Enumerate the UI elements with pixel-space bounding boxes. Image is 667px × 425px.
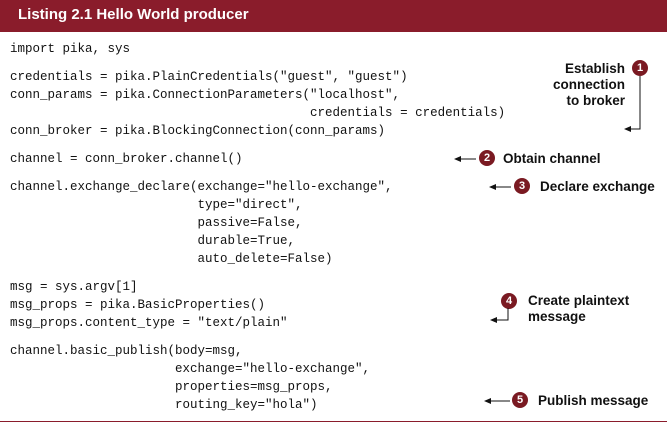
- callout-number-3: 3: [514, 178, 530, 194]
- annotation-4-line1: Create plaintext: [528, 293, 630, 308]
- code-line-publish-exchange: exchange="hello-exchange",: [10, 362, 371, 376]
- code-line-msg-props: msg_props = pika.BasicProperties(): [10, 298, 266, 312]
- code-line-credentials: credentials = pika.PlainCredentials("gue…: [10, 70, 408, 84]
- annotation-4: Create plaintext message: [528, 293, 629, 325]
- annotation-1-line2: to broker: [566, 93, 625, 108]
- code-line-exchange-auto-delete: auto_delete=False): [10, 252, 333, 266]
- annotation-3: Declare exchange: [540, 179, 655, 194]
- callout-4-connector: [488, 308, 512, 326]
- listing-title: Listing 2.1 Hello World producer: [18, 6, 249, 23]
- code-line-publish-properties: properties=msg_props,: [10, 380, 333, 394]
- code-line-import: import pika, sys: [10, 42, 131, 56]
- annotation-2: Obtain channel: [503, 151, 601, 166]
- callout-number-5: 5: [512, 392, 528, 408]
- annotation-1-line1: Establish connection: [552, 61, 625, 92]
- callout-number-1: 1: [632, 60, 648, 76]
- code-line-exchange-declare: channel.exchange_declare(exchange="hello…: [10, 180, 393, 194]
- code-line-exchange-passive: passive=False,: [10, 216, 303, 230]
- annotation-4-line2: message: [528, 309, 586, 324]
- callout-5-arrow: [484, 397, 510, 405]
- callout-1-connector: [622, 76, 648, 134]
- code-line-conn-params-cont: credentials = credentials): [10, 106, 506, 120]
- callout-2-arrow: [454, 155, 476, 163]
- code-line-conn-params: conn_params = pika.ConnectionParameters(…: [10, 88, 401, 102]
- code-line-msg: msg = sys.argv[1]: [10, 280, 138, 294]
- code-line-conn-broker: conn_broker = pika.BlockingConnection(co…: [10, 124, 386, 138]
- code-line-basic-publish: channel.basic_publish(body=msg,: [10, 344, 243, 358]
- callout-number-2: 2: [479, 150, 495, 166]
- listing-header: Listing 2.1 Hello World producer: [0, 0, 667, 32]
- code-line-exchange-durable: durable=True,: [10, 234, 296, 248]
- callout-3-arrow: [489, 183, 511, 191]
- code-line-channel: channel = conn_broker.channel(): [10, 152, 243, 166]
- code-line-content-type: msg_props.content_type = "text/plain": [10, 316, 288, 330]
- annotation-1: Establish connection to broker: [497, 61, 625, 109]
- annotation-5: Publish message: [538, 393, 649, 408]
- code-line-publish-routing-key: routing_key="hola"): [10, 398, 318, 412]
- callout-number-4: 4: [501, 293, 517, 309]
- bottom-rule: [0, 421, 667, 422]
- code-line-exchange-type: type="direct",: [10, 198, 303, 212]
